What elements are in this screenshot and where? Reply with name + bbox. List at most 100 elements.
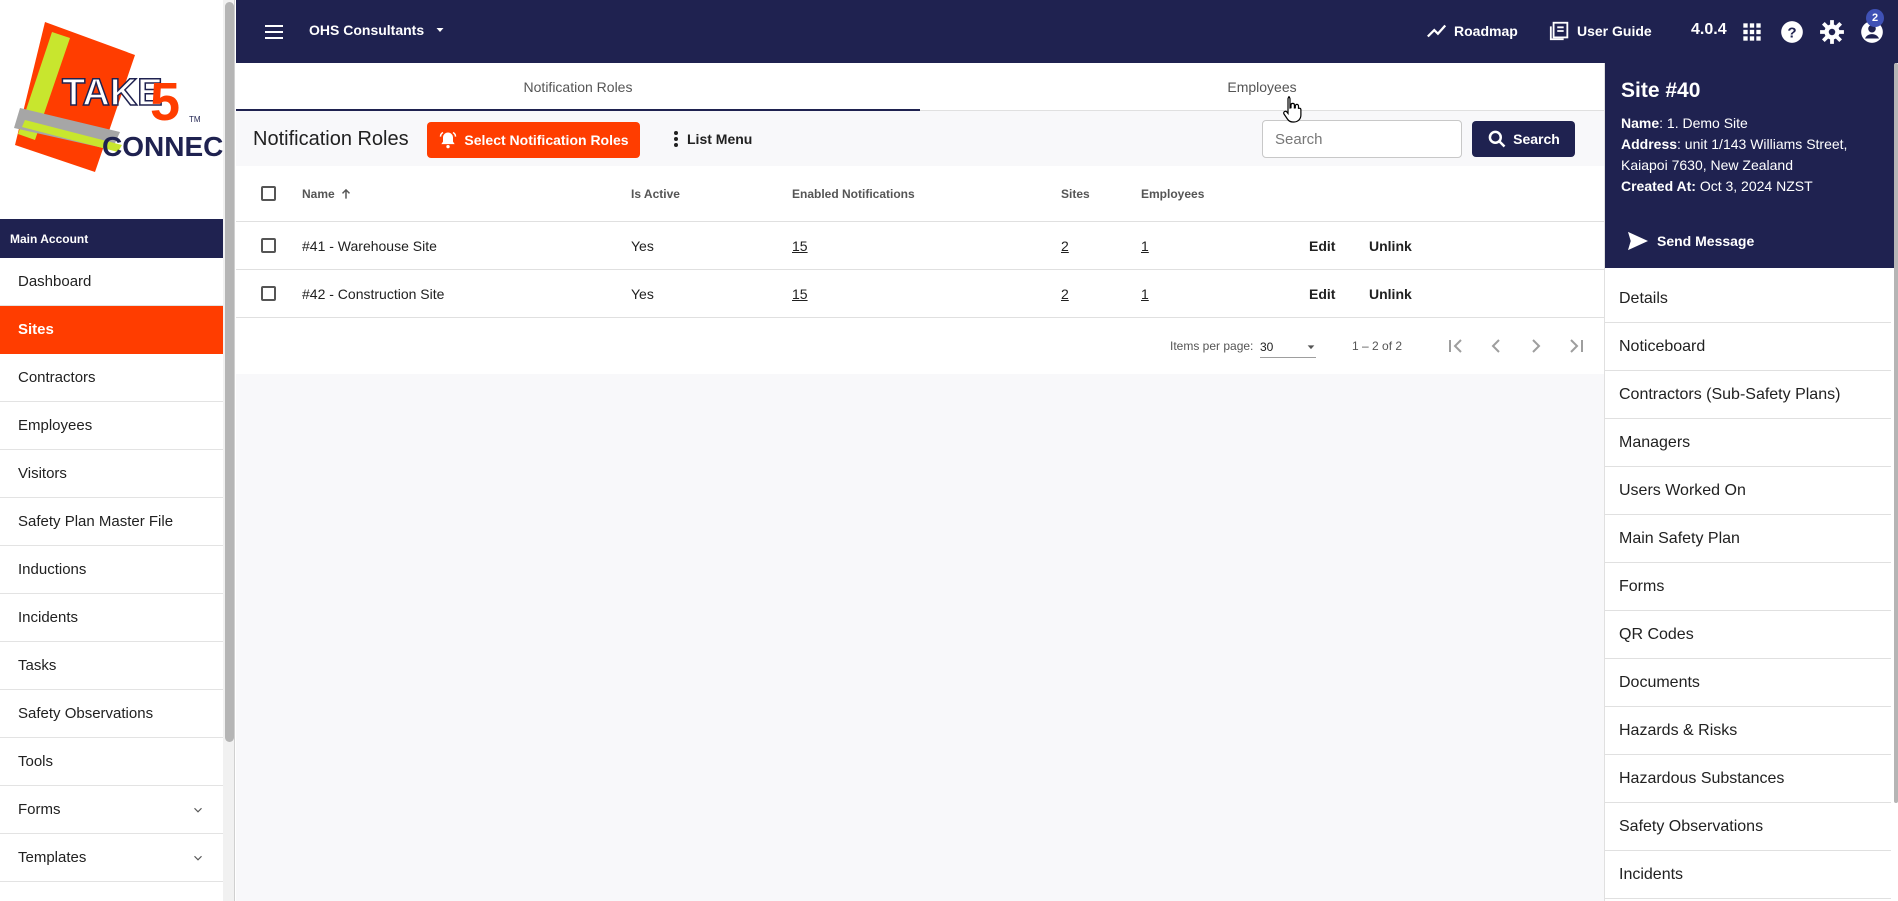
row-name: #42 - Construction Site [302, 285, 445, 302]
search-button[interactable]: Search [1472, 121, 1575, 157]
site-menu-main-safety-plan[interactable]: Main Safety Plan [1605, 515, 1891, 563]
tab-notification-roles[interactable]: Notification Roles [236, 63, 920, 111]
row-unlink-button[interactable]: Unlink [1369, 222, 1412, 269]
site-menu-contractors[interactable]: Contractors (Sub-Safety Plans) [1605, 371, 1891, 419]
search-input[interactable] [1262, 120, 1462, 158]
sidebar-item-dashboard[interactable]: Dashboard [0, 258, 223, 306]
row-checkbox-cell [261, 222, 276, 269]
row-checkbox[interactable] [261, 286, 276, 301]
right-panel-scrollbar[interactable] [1894, 63, 1898, 803]
column-header-label: Name [302, 186, 335, 201]
more-vertical-icon [674, 131, 678, 147]
select-all-checkbox[interactable] [261, 186, 276, 201]
site-menu-hazards-risks[interactable]: Hazards & Risks [1605, 707, 1891, 755]
site-menu-noticeboard[interactable]: Noticeboard [1605, 323, 1891, 371]
site-menu-documents[interactable]: Documents [1605, 659, 1891, 707]
site-menu-incidents[interactable]: Incidents [1605, 851, 1891, 899]
row-edit-button[interactable]: Edit [1309, 222, 1335, 269]
sidebar-item-label: Dashboard [18, 273, 92, 290]
help-icon[interactable]: ? [1779, 19, 1805, 45]
row-edit-button[interactable]: Edit [1309, 270, 1335, 317]
send-icon [1628, 231, 1648, 251]
sidebar-item-forms[interactable]: Forms [0, 786, 223, 834]
list-menu-button[interactable]: List Menu [673, 130, 752, 148]
site-menu-details[interactable]: Details [1605, 275, 1891, 323]
table-row: #42 - Construction Site Yes 15 2 1 Edit … [236, 270, 1604, 318]
sidebar-nav: Dashboard Sites Contractors Employees Vi… [0, 258, 223, 882]
notification-badge: 2 [1866, 9, 1884, 27]
sidebar-scrollbar[interactable] [223, 0, 234, 901]
items-per-page-select[interactable]: 30 [1260, 336, 1316, 358]
sidebar-item-employees[interactable]: Employees [0, 402, 223, 450]
row-enabled-notifications-link[interactable]: 15 [792, 222, 808, 269]
chevron-down-icon [194, 855, 202, 861]
column-header-employees[interactable]: Employees [1141, 166, 1204, 221]
hand-pointer-cursor-icon [1283, 96, 1302, 123]
row-sites-link[interactable]: 2 [1061, 222, 1069, 269]
user-guide-link[interactable]: User Guide [1549, 20, 1652, 42]
row-sites-link[interactable]: 2 [1061, 270, 1069, 317]
roadmap-icon [1427, 24, 1447, 38]
svg-text:CONNECT: CONNECT [102, 131, 223, 162]
site-created-label: Created At: [1621, 178, 1696, 194]
items-per-page-value: 30 [1260, 339, 1274, 354]
site-menu-forms[interactable]: Forms [1605, 563, 1891, 611]
sidebar-item-inductions[interactable]: Inductions [0, 546, 223, 594]
sort-ascending-icon [341, 188, 350, 199]
sidebar-item-label: Templates [18, 849, 87, 866]
sidebar-item-contractors[interactable]: Contractors [0, 354, 223, 402]
select-notification-roles-label: Select Notification Roles [464, 132, 629, 148]
site-menu-qr-codes[interactable]: QR Codes [1605, 611, 1891, 659]
take5-connect-logo[interactable]: TAKE 5 CONNECT TM [0, 0, 234, 219]
last-page-icon[interactable] [1564, 334, 1588, 358]
search-button-label: Search [1513, 131, 1560, 147]
site-menu-managers[interactable]: Managers [1605, 419, 1891, 467]
column-header-enabled-notifications[interactable]: Enabled Notifications [792, 166, 915, 221]
apps-grid-icon[interactable] [1739, 19, 1765, 45]
row-unlink-button[interactable]: Unlink [1369, 270, 1412, 317]
dropdown-arrow-icon [1307, 344, 1315, 349]
previous-page-icon[interactable] [1484, 334, 1508, 358]
row-is-active: Yes [631, 237, 654, 254]
send-message-label: Send Message [1657, 233, 1755, 249]
sidebar-item-tasks[interactable]: Tasks [0, 642, 223, 690]
sidebar-item-tools[interactable]: Tools [0, 738, 223, 786]
sidebar-item-visitors[interactable]: Visitors [0, 450, 223, 498]
column-header-name[interactable]: Name [302, 166, 353, 221]
row-is-active: Yes [631, 285, 654, 302]
sidebar-item-label: Safety Observations [18, 705, 154, 722]
site-menu-hazardous-substances[interactable]: Hazardous Substances [1605, 755, 1891, 803]
row-employees-link[interactable]: 1 [1141, 270, 1149, 317]
column-header-sites[interactable]: Sites [1061, 166, 1090, 221]
sidebar-item-sites[interactable]: Sites [0, 306, 223, 354]
row-checkbox-cell [261, 270, 276, 317]
sidebar-item-label: Sites [18, 321, 54, 338]
sidebar-item-safety-plan-master-file[interactable]: Safety Plan Master File [0, 498, 223, 546]
next-page-icon[interactable] [1524, 334, 1548, 358]
row-employees-link[interactable]: 1 [1141, 222, 1149, 269]
table-header: Name Is Active Enabled Notifications Sit… [236, 166, 1604, 222]
user-guide-label: User Guide [1577, 23, 1652, 39]
settings-icon[interactable] [1819, 19, 1845, 45]
org-switcher[interactable]: OHS Consultants [309, 22, 446, 38]
column-header-is-active[interactable]: Is Active [631, 166, 680, 221]
roadmap-link[interactable]: Roadmap [1426, 20, 1518, 42]
menu-icon[interactable] [262, 20, 286, 44]
row-checkbox[interactable] [261, 238, 276, 253]
sidebar-item-safety-observations[interactable]: Safety Observations [0, 690, 223, 738]
site-menu-users-worked-on[interactable]: Users Worked On [1605, 467, 1891, 515]
tab-employees[interactable]: Employees [920, 63, 1604, 111]
row-enabled-notifications-link[interactable]: 15 [792, 270, 808, 317]
list-menu-label: List Menu [687, 131, 753, 147]
select-notification-roles-button[interactable]: Select Notification Roles [427, 122, 640, 158]
first-page-icon[interactable] [1444, 334, 1468, 358]
site-menu-safety-observations[interactable]: Safety Observations [1605, 803, 1891, 851]
sidebar-item-incidents[interactable]: Incidents [0, 594, 223, 642]
send-message-button[interactable]: Send Message [1627, 231, 1754, 251]
svg-text:TAKE: TAKE [62, 72, 163, 114]
guide-icon [1549, 21, 1569, 41]
sidebar-item-label: Safety Plan Master File [18, 513, 174, 530]
sidebar-item-templates[interactable]: Templates [0, 834, 223, 882]
bell-alert-icon [440, 131, 457, 149]
sidebar-scrollbar-thumb[interactable] [225, 2, 234, 742]
